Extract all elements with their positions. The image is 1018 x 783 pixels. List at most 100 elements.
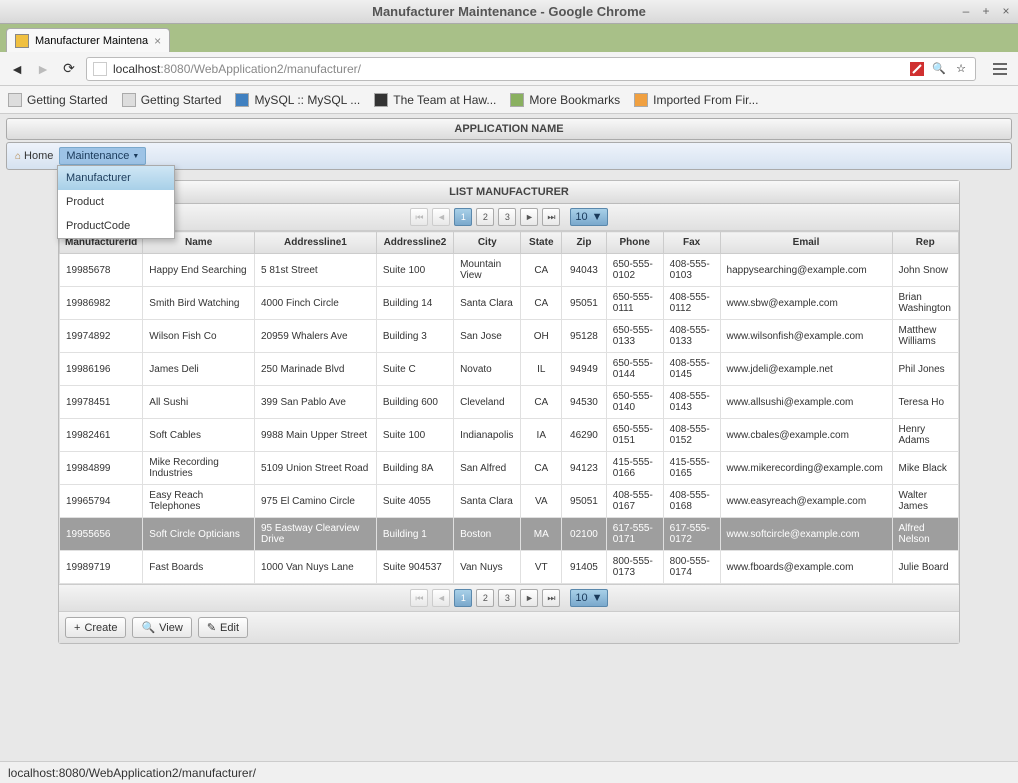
- table-cell: 20959 Whalers Ave: [255, 320, 377, 353]
- table-cell: Phil Jones: [892, 353, 959, 386]
- page-number-button[interactable]: 3: [498, 208, 516, 226]
- page-number-button[interactable]: 2: [476, 208, 494, 226]
- paginator-top: ⏮ ◄ 1 2 3 ► ⏭ 10▼: [59, 204, 959, 231]
- table-cell: Suite 4055: [376, 485, 453, 518]
- extension-icon[interactable]: [909, 61, 925, 77]
- browser-toolbar: ◄ ► ⟳ localhost:8080/WebApplication2/man…: [0, 52, 1018, 86]
- dropdown-item-productcode[interactable]: ProductCode: [58, 214, 174, 238]
- col-header[interactable]: Phone: [606, 232, 663, 254]
- table-cell: 650-555-0144: [606, 353, 663, 386]
- table-row[interactable]: 19978451All Sushi399 San Pablo AveBuildi…: [60, 386, 959, 419]
- dropdown-item-product[interactable]: Product: [58, 190, 174, 214]
- firefox-icon: [634, 93, 648, 107]
- page-next-button[interactable]: ►: [520, 208, 538, 226]
- back-button[interactable]: ◄: [8, 60, 26, 78]
- table-row[interactable]: 19965794Easy Reach Telephones975 El Cami…: [60, 485, 959, 518]
- page-first-button[interactable]: ⏮: [410, 208, 428, 226]
- table-row[interactable]: 19985678Happy End Searching5 81st Street…: [60, 254, 959, 287]
- bookmark-item[interactable]: The Team at Haw...: [374, 93, 496, 107]
- col-header[interactable]: Zip: [562, 232, 607, 254]
- table-cell: Wilson Fish Co: [143, 320, 255, 353]
- reload-button[interactable]: ⟳: [60, 60, 78, 78]
- table-row[interactable]: 19974892Wilson Fish Co20959 Whalers AveB…: [60, 320, 959, 353]
- table-row[interactable]: 19955656Soft Circle Opticians95 Eastway …: [60, 518, 959, 551]
- page-next-button[interactable]: ►: [520, 589, 538, 607]
- bookmark-item[interactable]: MySQL :: MySQL ...: [235, 93, 360, 107]
- table-row[interactable]: 19982461Soft Cables9988 Main Upper Stree…: [60, 419, 959, 452]
- table-cell: 408-555-0112: [663, 287, 720, 320]
- bookmark-item[interactable]: Getting Started: [8, 93, 108, 107]
- col-header[interactable]: Email: [720, 232, 892, 254]
- table-cell: 19985678: [60, 254, 143, 287]
- table-cell: Mike Black: [892, 452, 959, 485]
- table-cell: VA: [521, 485, 562, 518]
- table-cell: 408-555-0167: [606, 485, 663, 518]
- chevron-down-icon: ▼: [132, 153, 139, 160]
- table-cell: www.jdeli@example.net: [720, 353, 892, 386]
- table-row[interactable]: 19984899Mike Recording Industries5109 Un…: [60, 452, 959, 485]
- app-header: APPLICATION NAME: [6, 118, 1012, 140]
- site-info-icon[interactable]: [93, 62, 107, 76]
- table-cell: Easy Reach Telephones: [143, 485, 255, 518]
- table-cell: 800-555-0173: [606, 551, 663, 584]
- address-bar[interactable]: localhost:8080/WebApplication2/manufactu…: [86, 57, 976, 81]
- table-cell: 617-555-0172: [663, 518, 720, 551]
- table-cell: 650-555-0102: [606, 254, 663, 287]
- edit-button[interactable]: ✎Edit: [198, 617, 248, 638]
- create-button[interactable]: +Create: [65, 617, 126, 638]
- col-header[interactable]: State: [521, 232, 562, 254]
- browser-tab[interactable]: Manufacturer Maintena ×: [6, 28, 170, 52]
- col-header[interactable]: Addressline1: [255, 232, 377, 254]
- bookmark-item[interactable]: More Bookmarks: [510, 93, 620, 107]
- dropdown-item-manufacturer[interactable]: Manufacturer: [58, 166, 174, 190]
- col-header[interactable]: Rep: [892, 232, 959, 254]
- table-cell: 650-555-0111: [606, 287, 663, 320]
- table-cell: Teresa Ho: [892, 386, 959, 419]
- page-number-button[interactable]: 1: [454, 208, 472, 226]
- table-row[interactable]: 19989719Fast Boards1000 Van Nuys LaneSui…: [60, 551, 959, 584]
- window-maximize-button[interactable]: +: [978, 3, 994, 19]
- col-header[interactable]: Fax: [663, 232, 720, 254]
- table-cell: Happy End Searching: [143, 254, 255, 287]
- col-header[interactable]: Addressline2: [376, 232, 453, 254]
- table-row[interactable]: 19986982Smith Bird Watching4000 Finch Ci…: [60, 287, 959, 320]
- table-cell: www.sbw@example.com: [720, 287, 892, 320]
- bookmark-item[interactable]: Getting Started: [122, 93, 222, 107]
- table-cell: San Jose: [454, 320, 521, 353]
- breadcrumb-home[interactable]: ⌂ Home: [15, 150, 53, 162]
- zoom-icon[interactable]: 🔍: [931, 61, 947, 77]
- table-cell: All Sushi: [143, 386, 255, 419]
- table-cell: 19978451: [60, 386, 143, 419]
- tab-close-icon[interactable]: ×: [154, 34, 161, 48]
- table-cell: 408-555-0145: [663, 353, 720, 386]
- action-bar: +Create 🔍View ✎Edit: [59, 611, 959, 643]
- table-cell: www.mikerecording@example.com: [720, 452, 892, 485]
- page-last-button[interactable]: ⏭: [542, 589, 560, 607]
- page-number-button[interactable]: 3: [498, 589, 516, 607]
- page-first-button[interactable]: ⏮: [410, 589, 428, 607]
- window-minimize-button[interactable]: –: [958, 3, 974, 19]
- mysql-icon: [235, 93, 249, 107]
- page-prev-button[interactable]: ◄: [432, 589, 450, 607]
- table-cell: Building 14: [376, 287, 453, 320]
- chrome-menu-button[interactable]: [990, 59, 1010, 79]
- page-last-button[interactable]: ⏭: [542, 208, 560, 226]
- table-cell: Alfred Nelson: [892, 518, 959, 551]
- page-size-select[interactable]: 10▼: [570, 589, 607, 607]
- table-cell: 19986982: [60, 287, 143, 320]
- page-prev-button[interactable]: ◄: [432, 208, 450, 226]
- page-number-button[interactable]: 2: [476, 589, 494, 607]
- maintenance-menu[interactable]: Maintenance ▼: [59, 147, 146, 165]
- window-close-button[interactable]: ×: [998, 3, 1014, 19]
- forward-button[interactable]: ►: [34, 60, 52, 78]
- view-button[interactable]: 🔍View: [132, 617, 191, 638]
- bookmark-star-icon[interactable]: ☆: [953, 61, 969, 77]
- table-cell: 650-555-0140: [606, 386, 663, 419]
- table-row[interactable]: 19986196James Deli250 Marinade BlvdSuite…: [60, 353, 959, 386]
- page-size-select[interactable]: 10▼: [570, 208, 607, 226]
- bookmark-item[interactable]: Imported From Fir...: [634, 93, 758, 107]
- col-header[interactable]: City: [454, 232, 521, 254]
- table-cell: 408-555-0133: [663, 320, 720, 353]
- page-number-button[interactable]: 1: [454, 589, 472, 607]
- table-cell: 94530: [562, 386, 607, 419]
